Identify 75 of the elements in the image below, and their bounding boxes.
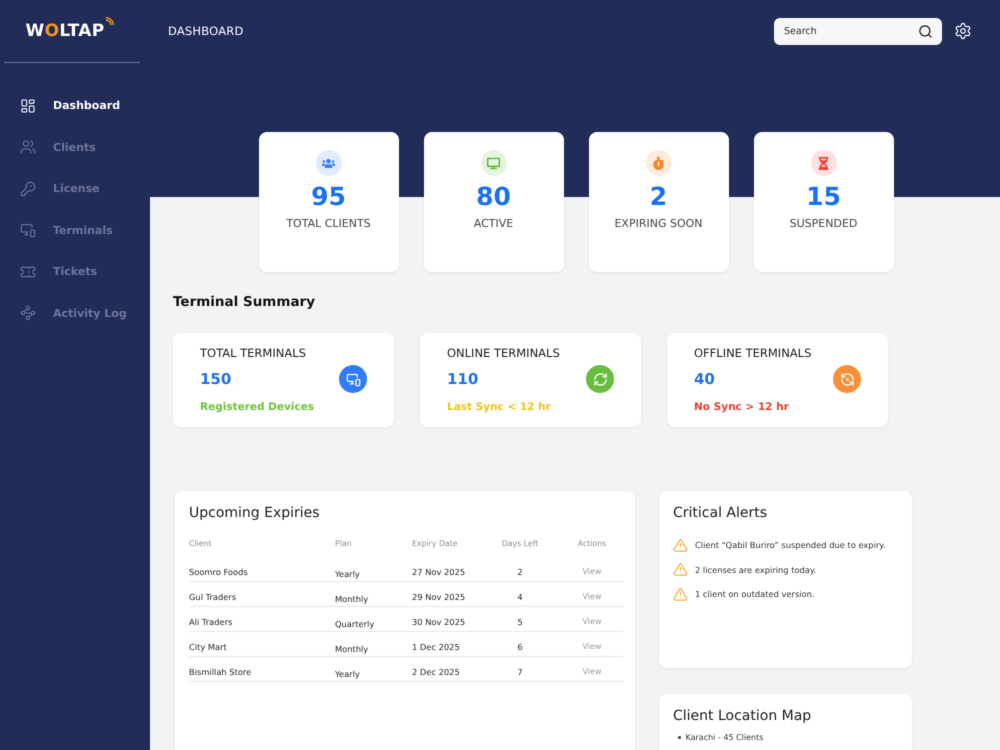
table-cell-text: 29 Nov 2025: [412, 591, 466, 603]
view-link[interactable]: View: [582, 666, 602, 678]
stat-label: EXPIRING SOON: [614, 217, 703, 231]
terminal-title: TOTAL TERMINALS: [200, 346, 307, 360]
sidebar-item[interactable]: Clients: [0, 126, 150, 168]
table-cell-text: 6: [516, 641, 524, 653]
table-cell-text: City Mart: [189, 641, 228, 653]
warning-icon: [673, 586, 688, 602]
sidebar-item[interactable]: License: [0, 168, 150, 210]
table-cell-text: 5: [516, 616, 524, 628]
table-cell-text: 2: [516, 566, 524, 578]
sidebar-item[interactable]: Dashboard: [0, 85, 150, 126]
signal-arcs-icon: [105, 17, 114, 26]
stat-value: 95: [311, 182, 346, 212]
monitor-icon: [480, 150, 506, 176]
table-cell-text: Monthly: [335, 643, 370, 655]
terminal-note: No Sync > 12 hr: [694, 400, 790, 414]
table-cell-text: Bismillah Store: [189, 666, 252, 678]
stat-value: 80: [476, 182, 511, 212]
sidebar-item[interactable]: Tickets: [0, 251, 150, 292]
table-cell-text: Quarterly: [335, 618, 376, 630]
location-text: Karachi - 45 Clients: [686, 733, 764, 742]
key-icon: [20, 180, 36, 197]
bullet-icon: [678, 736, 680, 739]
sidebar-item[interactable]: Activity Log: [0, 292, 150, 334]
users-icon: [20, 139, 36, 156]
table-cell-text: 7: [516, 666, 524, 678]
logo-text: WOLTAP: [26, 21, 104, 41]
stat-label: ACTIVE: [474, 217, 514, 231]
table-cell-text: Ali Traders: [189, 616, 234, 628]
alert-text: 1 client on outdated version.: [695, 589, 815, 599]
terminal-count: 40: [694, 370, 715, 388]
table-cell-text: 27 Nov 2025: [412, 566, 466, 578]
table-cell-text: Monthly: [335, 593, 370, 605]
view-link[interactable]: View: [582, 566, 602, 578]
table-cell-text: 1 Dec 2025: [412, 641, 461, 653]
warning-icon: [673, 538, 688, 552]
card-title: Client Location Map: [673, 707, 812, 725]
card-title: Critical Alerts: [673, 504, 768, 522]
view-link[interactable]: View: [582, 591, 602, 603]
search-icon[interactable]: [918, 24, 933, 38]
view-link[interactable]: View: [582, 641, 602, 653]
search-field[interactable]: Search: [774, 18, 942, 44]
terminal-note: Registered Devices: [200, 400, 316, 414]
stat-label: SUSPENDED: [790, 217, 858, 231]
table-cell-text: 30 Nov 2025: [412, 616, 466, 628]
section-title: Terminal Summary: [173, 294, 316, 310]
devices-icon: [20, 222, 36, 238]
hourglass-icon: [810, 150, 836, 176]
dashboard-grid-icon: [20, 98, 36, 114]
table-cell-text: Yearly: [335, 568, 361, 580]
table-cell-text: Gul Traders: [189, 591, 238, 603]
terminal-title: ONLINE TERMINALS: [447, 346, 561, 360]
stat-label: TOTAL CLIENTS: [286, 217, 371, 231]
nodes-icon: [20, 305, 36, 322]
table-cell-text: Soomro Foods: [189, 566, 249, 578]
terminal-count: 150: [200, 370, 232, 388]
table-cell-text: 4: [516, 591, 524, 603]
terminal-note: Last Sync < 12 hr: [447, 400, 552, 414]
alert-text: Client “Qabil Buriro” suspended due to expiry.: [695, 540, 886, 550]
stat-value: 15: [806, 182, 841, 212]
terminal-count: 110: [447, 370, 478, 388]
view-link[interactable]: View: [582, 616, 602, 628]
table-cell-text: 2 Dec 2025: [412, 666, 461, 678]
users-icon: [316, 150, 342, 176]
sidebar-item[interactable]: Terminals: [0, 210, 150, 251]
warning-icon: [673, 562, 688, 577]
settings-button[interactable]: [954, 22, 972, 40]
terminal-title: OFFLINE TERMINALS: [694, 346, 812, 360]
page-title: DASHBOARD: [168, 24, 244, 38]
stopwatch-icon: [646, 150, 672, 176]
alert-text: 2 licenses are expiring today.: [695, 564, 816, 574]
card-title: Upcoming Expiries: [189, 504, 321, 522]
table-cell-text: Yearly: [335, 668, 361, 680]
stat-value: 2: [650, 182, 668, 212]
